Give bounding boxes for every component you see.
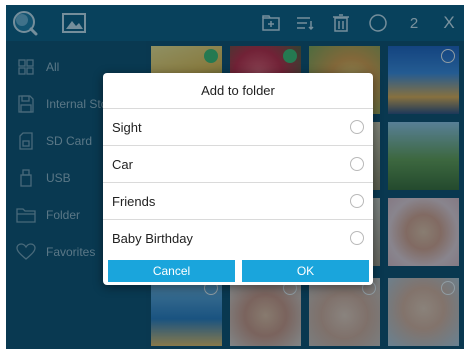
dialog-title: Add to folder: [103, 73, 373, 109]
ok-button[interactable]: OK: [242, 260, 369, 282]
folder-option-friends[interactable]: Friends: [103, 183, 373, 220]
folder-option-label: Car: [112, 156, 133, 172]
radio-button[interactable]: [350, 194, 364, 208]
radio-button[interactable]: [350, 157, 364, 171]
folder-option-sight[interactable]: Sight: [103, 109, 373, 146]
folder-option-label: Sight: [112, 119, 142, 135]
folder-option-label: Baby Birthday: [112, 231, 193, 246]
cancel-button[interactable]: Cancel: [108, 260, 235, 282]
radio-button[interactable]: [350, 120, 364, 134]
folder-option-car[interactable]: Car: [103, 146, 373, 183]
add-to-folder-dialog: Add to folder Sight Car Friends Baby Bir…: [103, 73, 373, 285]
radio-button[interactable]: [350, 231, 364, 245]
folder-option-label: Friends: [112, 193, 156, 209]
folder-option-baby-birthday[interactable]: Baby Birthday: [103, 220, 373, 257]
